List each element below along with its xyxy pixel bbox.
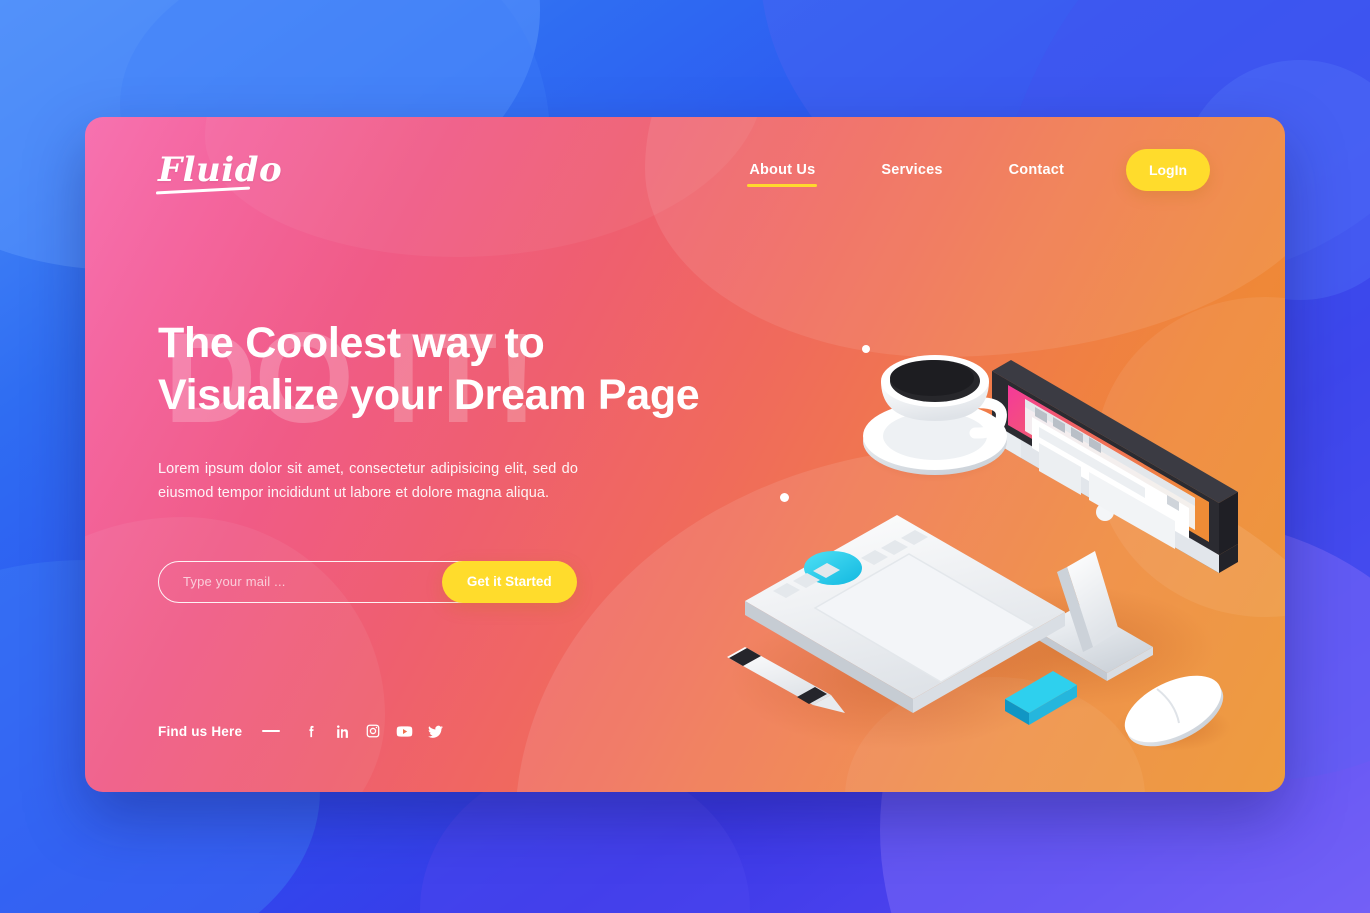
hero-paragraph: Lorem ipsum dolor sit amet, consectetur … (158, 460, 578, 502)
isometric-workspace-illustration (705, 227, 1285, 792)
hero-headline-line-2: Visualize your Dream Page (158, 371, 700, 420)
coffee-cup (863, 355, 1007, 475)
social-footer: Find us Here (158, 718, 453, 744)
get-started-button[interactable]: Get it Started (441, 560, 577, 603)
email-input[interactable] (159, 574, 442, 590)
hero-headline-line-1: The Coolest way to (158, 319, 545, 367)
youtube-icon[interactable] (391, 718, 417, 744)
instagram-icon[interactable] (360, 718, 386, 744)
nav-item-services[interactable]: Services (879, 156, 944, 184)
site-header: Fluido About Us Services Contact LogIn (85, 117, 1285, 222)
hero-card: Fluido About Us Services Contact LogIn D… (85, 117, 1285, 792)
brand-logo[interactable]: Fluido (158, 153, 282, 187)
nav-item-about-us[interactable]: About Us (747, 156, 818, 187)
facebook-icon[interactable] (298, 718, 324, 744)
linkedin-icon[interactable] (329, 718, 355, 744)
find-us-here-label: Find us Here (158, 723, 243, 739)
login-button[interactable]: LogIn (1126, 148, 1210, 191)
hero-copy: DO IT! The Coolest way to Visualize your… (158, 315, 778, 603)
divider-dash (262, 730, 281, 732)
main-nav: About Us Services Contact LogIn (747, 148, 1210, 191)
twitter-icon[interactable] (422, 718, 448, 744)
nav-item-contact[interactable]: Contact (1007, 156, 1066, 184)
hero-headline: The Coolest way to Visualize your Dream … (158, 317, 778, 422)
email-signup-form: Get it Started (158, 560, 577, 603)
